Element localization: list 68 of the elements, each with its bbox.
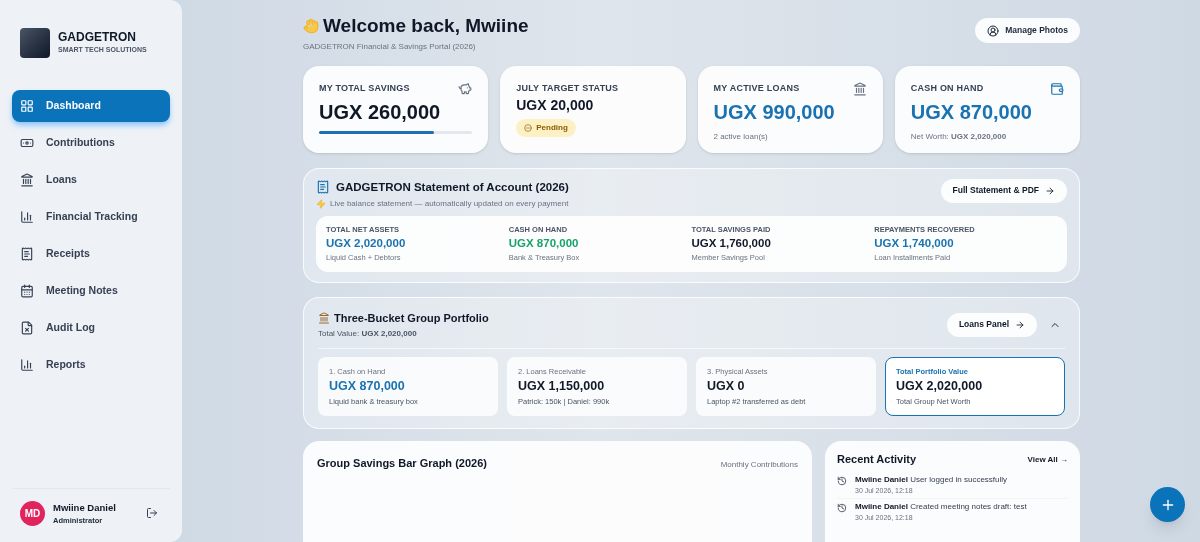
stat-value: UGX 260,000 bbox=[319, 99, 442, 125]
nav-item[interactable]: Loans bbox=[12, 164, 170, 196]
lightning-icon bbox=[316, 198, 326, 209]
nav-item[interactable]: Receipts bbox=[12, 238, 170, 270]
nav-item[interactable]: Contributions bbox=[12, 127, 170, 159]
summary-value: UGX 1,740,000 bbox=[874, 236, 955, 251]
add-button[interactable] bbox=[1150, 487, 1185, 522]
bank-icon bbox=[318, 311, 330, 324]
activity-title: Recent Activity bbox=[837, 452, 917, 468]
page-title: Welcome back, Mwiine bbox=[323, 14, 529, 38]
chart-caption: Monthly Contributions bbox=[720, 459, 798, 472]
bar-chart-icon bbox=[20, 358, 34, 372]
full-statement-button[interactable]: Full Statement & PDF bbox=[940, 178, 1067, 203]
stat-value: UGX 20,000 bbox=[516, 97, 595, 115]
nav-item[interactable]: Reports bbox=[12, 349, 170, 381]
loans-panel-button[interactable]: Loans Panel bbox=[946, 312, 1037, 337]
stat-value: UGX 870,000 bbox=[910, 99, 1033, 125]
receipt-icon bbox=[20, 247, 34, 261]
bank-icon bbox=[20, 173, 34, 187]
history-icon bbox=[837, 475, 847, 486]
nav-item[interactable]: Audit Log bbox=[12, 312, 170, 344]
bucket-value: UGX 2,020,000 bbox=[896, 378, 984, 396]
nav-item[interactable]: Meeting Notes bbox=[12, 275, 170, 307]
user-name: Mwiine Daniel bbox=[53, 500, 117, 515]
bucket-value: UGX 1,150,000 bbox=[518, 378, 606, 396]
bucket-value: UGX 0 bbox=[707, 378, 746, 396]
history-icon bbox=[837, 503, 847, 514]
manage-photos-button[interactable]: Manage Photos bbox=[975, 18, 1080, 43]
arrow-right-icon bbox=[1045, 185, 1055, 196]
stat-label: MY ACTIVE LOANS bbox=[713, 81, 800, 95]
page-subtitle: GADGETRON Financial & Savings Portal (2026) bbox=[303, 40, 477, 53]
summary-value: UGX 2,020,000 bbox=[326, 236, 407, 251]
arrow-right-icon bbox=[1015, 319, 1025, 330]
stat-note: Net Worth: UGX 2,020,000 bbox=[910, 130, 1008, 143]
piggy-bank-icon bbox=[458, 81, 473, 96]
wallet-icon bbox=[1050, 81, 1064, 96]
stat-value: UGX 990,000 bbox=[713, 99, 836, 125]
stat-label: MY TOTAL SAVINGS bbox=[319, 81, 410, 95]
stat-label: JULY TARGET STATUS bbox=[516, 81, 619, 95]
banknote-icon bbox=[20, 136, 34, 150]
status-badge: Pending bbox=[516, 118, 576, 137]
nav-item[interactable]: Dashboard bbox=[12, 90, 170, 122]
portfolio-total: Total Value: UGX 2,020,000 bbox=[318, 328, 418, 340]
statement-title: GADGETRON Statement of Account (2026) bbox=[336, 179, 569, 195]
view-all-link[interactable]: View All → bbox=[1027, 453, 1068, 466]
summary-value: UGX 1,760,000 bbox=[691, 236, 772, 251]
stat-note: 2 active loan(s) bbox=[713, 130, 769, 143]
nav-item[interactable]: Financial Tracking bbox=[12, 201, 170, 233]
bucket-value: UGX 870,000 bbox=[329, 378, 406, 396]
logout-icon bbox=[146, 507, 158, 520]
receipt-icon bbox=[316, 180, 330, 195]
statement-subtitle: Live balance statement — automatically updated on every payment bbox=[330, 197, 569, 210]
brand-name: GADGETRON bbox=[58, 30, 137, 46]
document-icon bbox=[20, 321, 34, 335]
calendar-icon bbox=[20, 284, 34, 298]
bank-icon bbox=[852, 81, 867, 96]
summary-value: UGX 870,000 bbox=[508, 236, 580, 251]
waving-hand-icon bbox=[303, 18, 319, 35]
activity-text: Mwiine Daniel User logged in successfully bbox=[855, 473, 1008, 486]
activity-text: Mwiine Daniel Created meeting notes draft: test bbox=[855, 501, 1027, 514]
logo-image bbox=[20, 28, 50, 58]
portfolio-title: Three-Bucket Group Portfolio bbox=[334, 310, 489, 326]
avatar: MD bbox=[20, 500, 45, 526]
user-circle-icon bbox=[987, 24, 1000, 37]
chart-title: Group Savings Bar Graph (2026) bbox=[317, 456, 487, 472]
grid-icon bbox=[20, 99, 34, 113]
stat-label: CASH ON HAND bbox=[910, 81, 984, 95]
bar-chart-icon bbox=[20, 210, 34, 224]
